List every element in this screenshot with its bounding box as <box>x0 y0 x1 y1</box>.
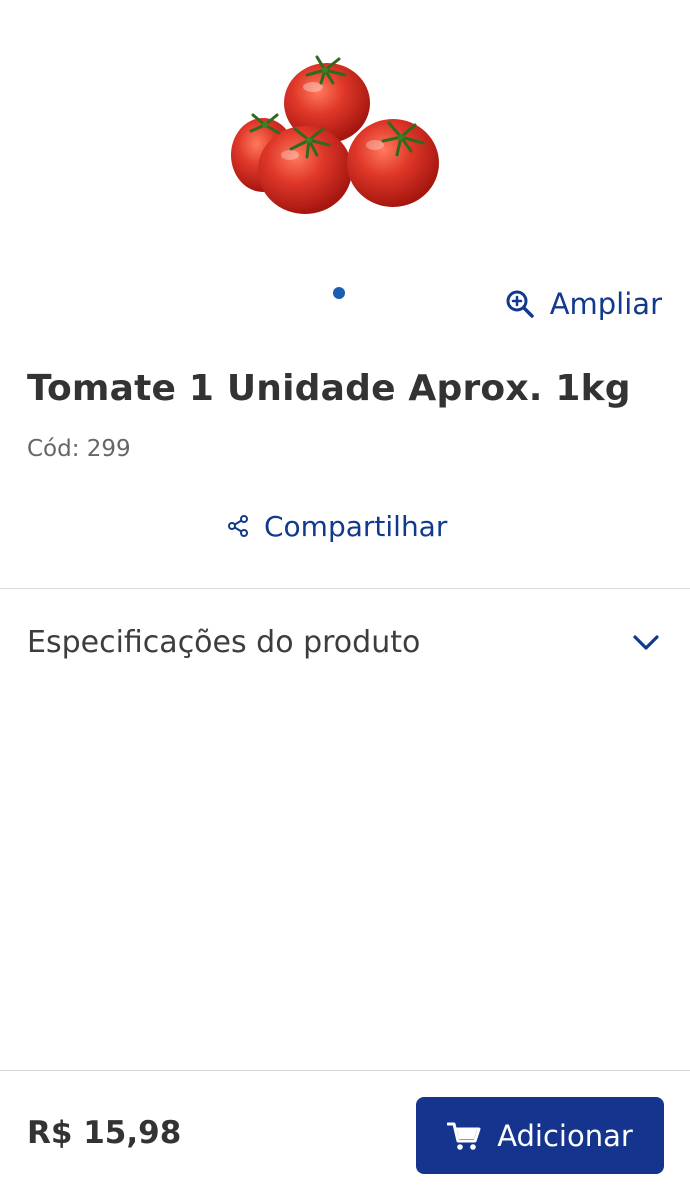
carousel-dot-active[interactable] <box>333 287 345 299</box>
product-title: Tomate 1 Unidade Aprox. 1kg <box>27 368 631 409</box>
zoom-in-icon <box>506 290 534 318</box>
add-button-label: Adicionar <box>497 1118 633 1153</box>
specs-accordion[interactable]: Especificações do produto <box>0 589 690 695</box>
add-to-cart-button[interactable]: Adicionar <box>416 1097 664 1174</box>
product-page: Ampliar Tomate 1 Unidade Aprox. 1kg Cód:… <box>0 0 690 1200</box>
share-icon <box>228 515 248 537</box>
product-image-area <box>0 0 690 270</box>
zoom-link[interactable]: Ampliar <box>504 280 662 328</box>
share-label: Compartilhar <box>264 509 448 543</box>
zoom-label: Ampliar <box>549 287 662 321</box>
specs-label: Especificações do produto <box>27 624 421 660</box>
product-price: R$ 15,98 <box>27 1115 182 1151</box>
chevron-down-icon <box>633 635 659 650</box>
product-code: Cód: 299 <box>27 436 131 462</box>
product-image[interactable] <box>225 45 445 225</box>
footer-divider <box>0 1070 690 1071</box>
share-link[interactable]: Compartilhar <box>226 502 447 550</box>
cart-icon <box>447 1122 481 1150</box>
